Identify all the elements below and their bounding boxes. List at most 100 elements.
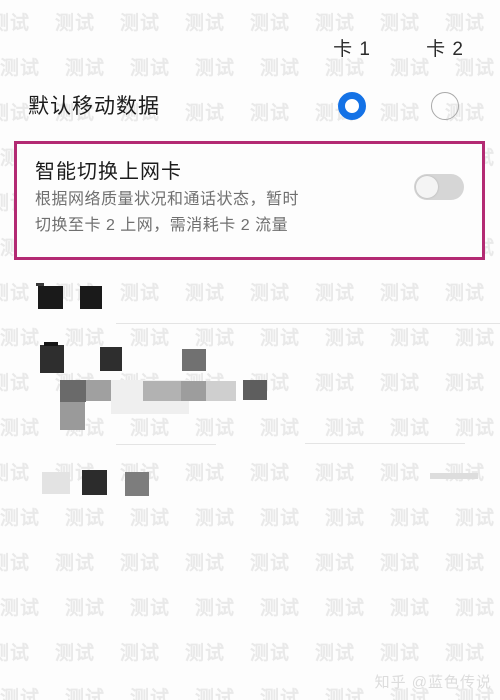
rule-3: [305, 443, 465, 444]
watermark-tile: 测试: [325, 508, 366, 529]
watermark-tile: 测试: [380, 373, 421, 394]
watermark-tile: 测试: [0, 553, 31, 574]
block-b2: [100, 347, 122, 371]
watermark-tile: 测试: [120, 13, 161, 34]
watermark-tile: 测试: [455, 418, 496, 439]
watermark-tile: 测试: [260, 418, 301, 439]
footer-attribution: 知乎 @蓝色传说: [374, 674, 492, 691]
block-c1: [60, 380, 86, 402]
watermark-tile: 测试: [455, 328, 496, 349]
watermark-tile: 测试: [55, 643, 96, 664]
rule-1: [116, 323, 500, 324]
block-c2: [86, 380, 111, 401]
watermark-tile: 测试: [195, 418, 236, 439]
watermark-tile: 测试: [250, 283, 291, 304]
watermark-tile: 测试: [185, 283, 226, 304]
watermark-tile: 测试: [390, 508, 431, 529]
watermark-tile: 测试: [315, 463, 356, 484]
watermark-tile: 测试: [380, 13, 421, 34]
radio-card2-slot[interactable]: [410, 88, 480, 124]
watermark-tile: 测试: [0, 373, 31, 394]
block-d1: [42, 472, 70, 494]
watermark-tile: 测试: [65, 508, 106, 529]
watermark-tile: 测试: [195, 688, 236, 700]
watermark-tile: 测试: [325, 598, 366, 619]
toggle-knob-icon: [416, 176, 438, 198]
watermark-tile: 测试: [185, 463, 226, 484]
watermark-tile: 测试: [250, 463, 291, 484]
smart-switch-toggle[interactable]: [414, 174, 464, 200]
watermark-tile: 测试: [315, 553, 356, 574]
watermark-tile: 测试: [260, 508, 301, 529]
watermark-tile: 测试: [185, 553, 226, 574]
watermark-tile: 测试: [445, 553, 486, 574]
watermark-tile: 测试: [380, 553, 421, 574]
watermark-tile: 测试: [195, 598, 236, 619]
watermark-tile: 测试: [315, 373, 356, 394]
column-header-card1: 卡 1: [333, 39, 371, 60]
watermark-tile: 测试: [455, 598, 496, 619]
watermark-tile: 测试: [185, 643, 226, 664]
radio-card1-selected[interactable]: [338, 92, 366, 120]
watermark-tile: 测试: [0, 598, 41, 619]
watermark-tile: 测试: [0, 643, 31, 664]
watermark-tile: 测试: [195, 508, 236, 529]
block-d2: [82, 470, 107, 495]
watermark-tile: 测试: [315, 13, 356, 34]
watermark-tile: 测试: [380, 643, 421, 664]
watermark-tile: 测试: [390, 328, 431, 349]
watermark-tile: 测试: [55, 553, 96, 574]
watermark-tile: 测试: [185, 13, 226, 34]
block-b3: [182, 349, 206, 371]
watermark-tile: 测试: [260, 598, 301, 619]
watermark-tile: 测试: [315, 283, 356, 304]
watermark-tile: 测试: [445, 643, 486, 664]
watermark-tile: 测试: [250, 553, 291, 574]
watermark-tile: 测试: [250, 13, 291, 34]
default-mobile-data-row: 默认移动数据: [0, 88, 500, 128]
watermark-tile: 测试: [445, 13, 486, 34]
watermark-tile: 测试: [260, 328, 301, 349]
smart-switch-description: 根据网络质量状况和通话状态，暂时 切换至卡 2 上网，需消耗卡 2 流量: [35, 187, 365, 239]
watermark-tile: 测试: [120, 553, 161, 574]
block-e1: [430, 473, 478, 479]
watermark-tile: 测试: [120, 643, 161, 664]
radio-card2-unselected[interactable]: [431, 92, 459, 120]
watermark-tile: 测试: [445, 458, 485, 485]
block-a2: [80, 286, 102, 309]
column-header-card2: 卡 2: [426, 39, 464, 60]
radio-card1-slot[interactable]: [317, 88, 387, 124]
watermark-tile: 测试: [0, 13, 31, 34]
block-b1-cap: [44, 342, 58, 346]
block-c8: [243, 380, 267, 400]
watermark-tile: 测试: [445, 373, 486, 394]
watermark-tile: 测试: [130, 328, 171, 349]
default-mobile-data-label: 默认移动数据: [28, 95, 160, 118]
sim-card-column-headers: 卡 1 卡 2: [0, 34, 500, 64]
watermark-tile: 测试: [325, 418, 366, 439]
smart-switch-description-line2: 切换至卡 2 上网，需消耗卡 2 流量: [35, 217, 289, 234]
watermark-tile: 测试: [0, 463, 31, 484]
watermark-tile: 测试: [455, 508, 496, 529]
watermark-tile: 测试: [380, 463, 421, 484]
block-b1: [40, 345, 64, 373]
smart-switch-description-line1: 根据网络质量状况和通话状态，暂时: [35, 191, 300, 208]
watermark-tile: 测试: [195, 328, 236, 349]
watermark-tile: 测试: [250, 643, 291, 664]
smart-switch-highlight-card[interactable]: 智能切换上网卡 根据网络质量状况和通话状态，暂时 切换至卡 2 上网，需消耗卡 …: [14, 141, 485, 260]
watermark-tile: 测试: [445, 283, 486, 304]
watermark-tile: 测试: [325, 328, 366, 349]
block-a1: [38, 286, 63, 309]
watermark-tile: 测试: [130, 418, 171, 439]
watermark-tile: 测试: [55, 13, 96, 34]
block-a1-tick: [36, 283, 44, 286]
watermark-tile: 测试: [315, 643, 356, 664]
smart-switch-title: 智能切换上网卡: [35, 161, 182, 183]
settings-screen: 测试测试测试测试测试测试测试测试测试测试测试测试测试测试测试测试测试测试测试测试…: [0, 0, 500, 700]
watermark-tile: 测试: [130, 508, 171, 529]
watermark-tile: 测试: [0, 283, 31, 304]
watermark-tile: 测试: [120, 283, 161, 304]
watermark-tile: 测试: [130, 688, 171, 700]
watermark-tile: 测试: [0, 418, 41, 439]
watermark-tile: 测试: [130, 598, 171, 619]
